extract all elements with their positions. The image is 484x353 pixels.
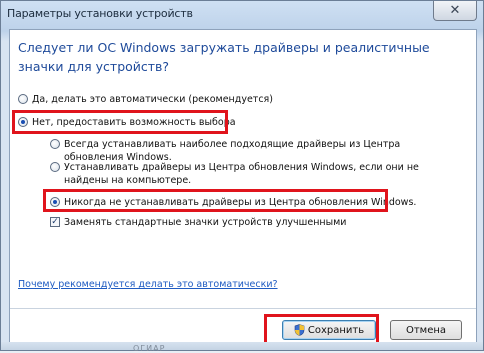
radio-if-not-found[interactable] [50,162,60,172]
checkmark-icon: ✓ [51,216,59,227]
radio-never[interactable] [50,197,60,207]
checkbox-label: Заменять стандартные значки устройств ул… [64,217,347,228]
checkbox-option-icons[interactable]: ✓ Заменять стандартные значки устройств … [50,216,346,229]
cancel-button[interactable]: Отмена [390,320,462,340]
radio-label-never: Никогда не устанавливать драйверы из Цен… [64,197,417,208]
page-title: Следует ли ОС Windows загружать драйверы… [18,40,430,74]
radio-option-auto[interactable]: Да, делать это автоматически (рекомендуе… [18,93,273,106]
radio-option-never[interactable]: Никогда не устанавливать драйверы из Цен… [50,196,416,209]
radio-auto[interactable] [18,94,28,104]
background-partial-text: ОГИАР [133,344,166,353]
dialog-window: Параметры установки устройств ✕ Следует … [0,0,484,353]
radio-option-manual[interactable]: Нет, предоставить возможность выбора [18,116,236,129]
radio-label-if-not-found: Устанавливать драйверы из Центра обновле… [64,162,419,186]
bottom-strip: ОГИАР [1,342,483,353]
title-bar[interactable]: Параметры установки устройств ✕ [1,1,483,28]
radio-label-manual: Нет, предоставить возможность выбора [32,117,236,128]
dialog-content: Следует ли ОС Windows загружать драйверы… [9,29,477,345]
save-button-label: Сохранить [307,324,365,336]
close-button[interactable]: ✕ [433,1,477,21]
radio-manual[interactable] [18,117,28,127]
radio-always-best[interactable] [50,139,60,149]
cancel-button-label: Отмена [405,324,447,336]
close-icon: ✕ [449,3,461,18]
uac-shield-icon [294,324,305,336]
radio-option-if-not-found[interactable]: Устанавливать драйверы из Центра обновле… [50,161,450,187]
replace-icons-checkbox[interactable]: ✓ [50,217,60,227]
radio-label-auto: Да, делать это автоматически (рекомендуе… [32,94,273,105]
separator [10,308,476,309]
save-button[interactable]: Сохранить [282,320,376,340]
why-recommended-link[interactable]: Почему рекомендуется делать это автомати… [18,279,278,290]
window-title: Параметры установки устройств [7,7,193,20]
